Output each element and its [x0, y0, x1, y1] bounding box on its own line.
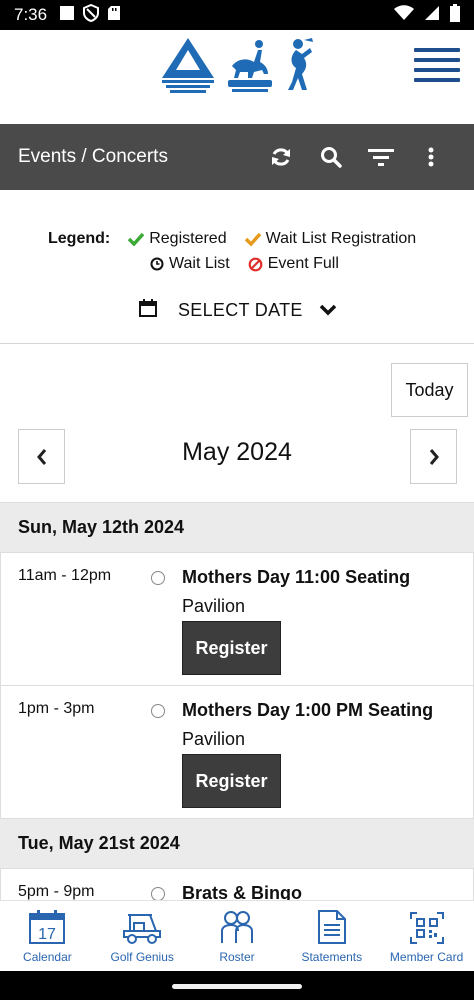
battery-icon [450, 3, 460, 27]
nav-calendar-label: Calendar [23, 950, 72, 964]
nav-member-card-label: Member Card [389, 950, 464, 964]
nav-golf-genius-label: Golf Genius [110, 950, 174, 964]
register-button[interactable]: Register [182, 621, 281, 675]
more-vert-icon[interactable] [406, 137, 456, 177]
statements-icon [317, 910, 346, 944]
sd-card-icon [107, 5, 121, 26]
event-time: 1pm - 3pm [18, 700, 95, 717]
qr-code-icon [409, 912, 444, 944]
club-logos[interactable] [158, 36, 316, 99]
event-time: 5pm - 9pm [18, 883, 95, 900]
nav-member-card[interactable]: Member Card [379, 901, 474, 971]
nav-roster-label: Roster [219, 950, 255, 964]
event-select-radio[interactable] [151, 571, 165, 585]
select-date-dropdown[interactable]: SELECT DATE [138, 298, 337, 323]
page-toolbar: Events / Concerts [0, 124, 474, 190]
wifi-icon [394, 4, 414, 26]
refresh-icon[interactable] [256, 137, 306, 177]
page-title: Events / Concerts [18, 146, 168, 167]
home-gesture-handle[interactable] [172, 984, 302, 989]
ban-icon [248, 257, 263, 271]
svg-text:17: 17 [38, 926, 56, 943]
event-time: 11am - 12pm [18, 567, 112, 584]
month-label: May 2024 [182, 438, 292, 466]
nav-statements-label: Statements [301, 950, 363, 964]
day-header: Tue, May 21st 2024 [0, 819, 474, 869]
event-select-radio[interactable] [151, 887, 165, 900]
roster-icon [220, 911, 253, 943]
shield-icon [83, 3, 100, 27]
notification-square-icon [59, 5, 75, 26]
legend-wait-list-registration: Wait List Registration [244, 230, 416, 248]
legend-title: Legend: [48, 230, 111, 247]
golf-cart-icon [123, 914, 162, 944]
green-check-icon [128, 232, 145, 246]
logo-header [0, 30, 474, 124]
event-name: Brats & Bingo [182, 883, 303, 900]
chevron-down-icon [319, 300, 337, 321]
calendar-icon [138, 298, 158, 323]
next-month-button[interactable] [410, 429, 457, 484]
search-icon[interactable] [306, 137, 356, 177]
nav-statements[interactable]: Statements [284, 901, 379, 971]
outlaw-logo [224, 36, 276, 99]
today-button[interactable]: Today [391, 363, 468, 417]
events-list[interactable]: Sun, May 12th 2024 11am - 12pm Mothers D… [0, 502, 474, 900]
select-date-label: SELECT DATE [178, 300, 303, 320]
nav-roster[interactable]: Roster [190, 901, 285, 971]
status-time: 7:36 [14, 5, 48, 24]
status-bar: 7:36 [0, 0, 474, 30]
event-row[interactable]: 5pm - 9pm Brats & Bingo [0, 869, 474, 900]
event-location: Pavilion [182, 596, 246, 616]
bottom-nav: 17 Calendar Golf Genius Roster Statement… [0, 900, 474, 971]
nav-golf-genius[interactable]: Golf Genius [95, 901, 190, 971]
signal-icon [424, 5, 440, 26]
event-select-radio[interactable] [151, 704, 165, 718]
hamburger-menu-button[interactable] [414, 48, 460, 82]
register-button[interactable]: Register [182, 754, 281, 808]
nav-calendar[interactable]: 17 Calendar [0, 901, 95, 971]
kokopelli-logo [282, 36, 316, 99]
gesture-bar [0, 971, 474, 1000]
legend-panel: Legend: Registered Wait List Registratio… [0, 190, 474, 344]
event-name: Mothers Day 11:00 Seating [182, 567, 411, 587]
legend-event-full: Event Full [248, 255, 339, 273]
legend-registered: Registered [128, 230, 227, 248]
alto-lakes-logo [158, 36, 218, 99]
legend-wait-list: Wait List [150, 255, 230, 273]
clock-icon [150, 257, 164, 271]
orange-check-icon [244, 232, 261, 246]
event-row[interactable]: 11am - 12pm Mothers Day 11:00 Seating Pa… [0, 553, 474, 686]
event-row[interactable]: 1pm - 3pm Mothers Day 1:00 PM Seating Pa… [0, 686, 474, 819]
filter-icon[interactable] [356, 137, 406, 177]
chevron-right-icon [429, 448, 439, 465]
calendar-icon: 17 [29, 910, 66, 944]
event-location: Pavilion [182, 729, 246, 749]
event-name: Mothers Day 1:00 PM Seating [182, 700, 434, 720]
day-header: Sun, May 12th 2024 [0, 503, 474, 553]
